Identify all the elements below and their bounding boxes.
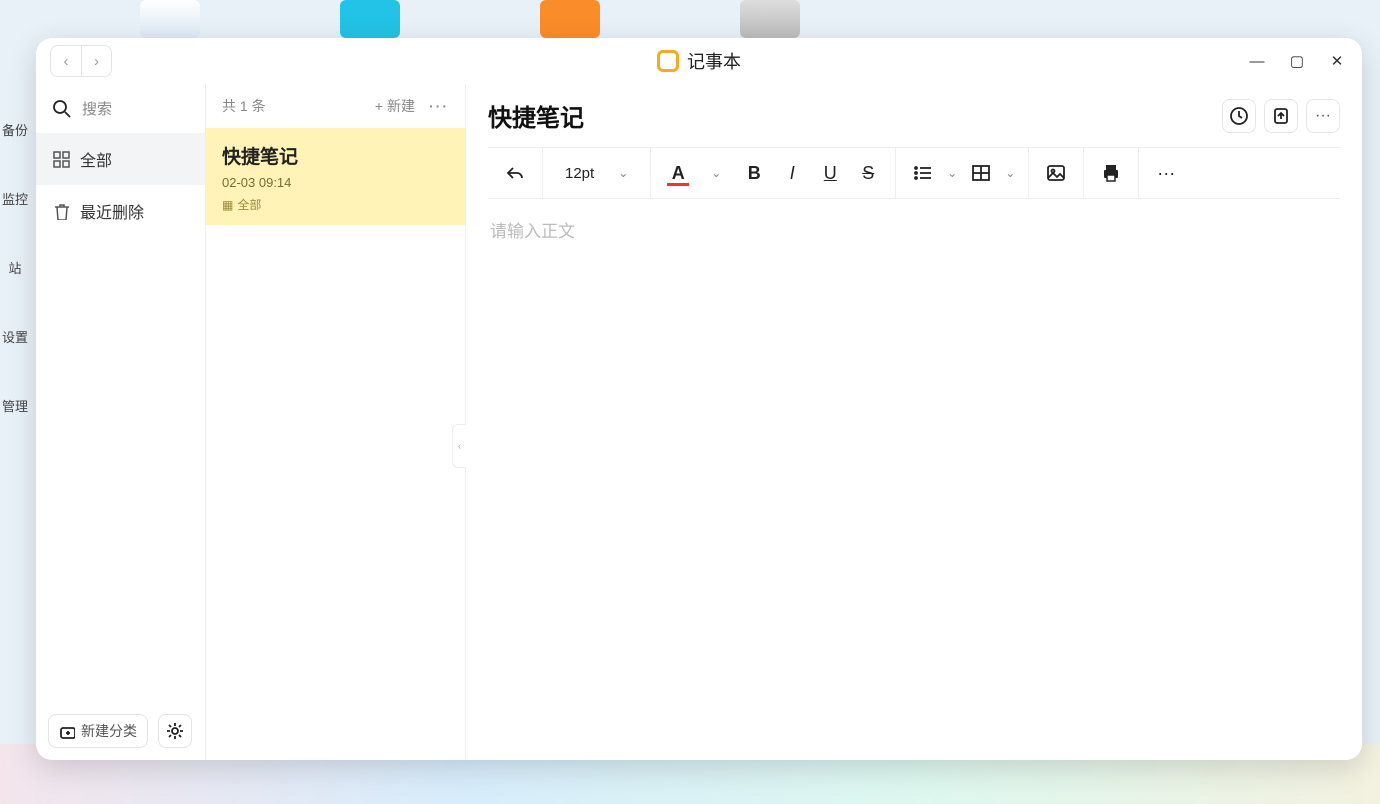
editor-title[interactable]: 快捷笔记 xyxy=(488,98,584,133)
image-button[interactable] xyxy=(1037,154,1075,192)
export-button[interactable] xyxy=(1264,99,1298,133)
table-button[interactable] xyxy=(962,154,1000,192)
trash-icon xyxy=(52,202,70,220)
more-icon: ··· xyxy=(1315,107,1331,125)
undo-button[interactable] xyxy=(496,154,534,192)
bold-button[interactable]: B xyxy=(735,154,773,192)
search-placeholder: 搜索 xyxy=(82,98,112,119)
note-list: 共 1 条 + 新建 ··· 快捷笔记 02-03 09:14 ▦ 全部 ‹ xyxy=(206,84,466,760)
new-note-button[interactable]: + 新建 xyxy=(375,96,415,116)
new-category-button[interactable]: 新建分类 xyxy=(48,714,148,748)
maximize-button[interactable]: ▢ xyxy=(1286,50,1308,72)
settings-button[interactable] xyxy=(158,714,192,748)
strike-button[interactable]: S xyxy=(849,154,887,192)
collapse-list-button[interactable]: ‹ xyxy=(452,424,466,468)
chevron-down-icon: ⌄ xyxy=(1005,166,1015,180)
list-button[interactable] xyxy=(904,154,942,192)
note-card-title: 快捷笔记 xyxy=(222,142,449,169)
app-icon xyxy=(657,50,679,72)
tag-icon: ▦ xyxy=(222,198,233,212)
underline-button[interactable]: U xyxy=(811,154,849,192)
gear-icon xyxy=(165,721,185,741)
titlebar: ‹ › 记事本 — ▢ ✕ xyxy=(36,38,1362,84)
desktop-tray xyxy=(140,0,980,40)
editor-body[interactable]: 请输入正文 xyxy=(466,199,1362,760)
list-icon xyxy=(913,163,933,183)
notes-window: ‹ › 记事本 — ▢ ✕ 搜索 全部 最近删除 xyxy=(36,38,1362,760)
list-chevron[interactable]: ⌄ xyxy=(942,154,962,192)
sidebar-item-all[interactable]: 全部 xyxy=(36,133,205,185)
editor-placeholder: 请输入正文 xyxy=(490,222,575,241)
sidebar: 搜索 全部 最近删除 新建分类 xyxy=(36,84,206,760)
list-more-button[interactable]: ··· xyxy=(429,98,449,114)
more-icon: ··· xyxy=(1157,163,1175,184)
close-button[interactable]: ✕ xyxy=(1326,50,1348,72)
editor: 快捷笔记 ··· xyxy=(466,84,1362,760)
app-title: 记事本 xyxy=(687,48,741,74)
search-icon xyxy=(52,99,72,119)
chevron-down-icon: ⌄ xyxy=(711,166,721,180)
sidebar-item-trash[interactable]: 最近删除 xyxy=(36,185,205,237)
print-icon xyxy=(1101,163,1121,183)
export-icon xyxy=(1271,106,1291,126)
sidebar-item-label: 最近删除 xyxy=(80,199,144,223)
table-chevron[interactable]: ⌄ xyxy=(1000,154,1020,192)
italic-button[interactable]: I xyxy=(773,154,811,192)
font-size-select[interactable]: 12pt ⌄ xyxy=(551,165,642,182)
history-button[interactable] xyxy=(1222,99,1256,133)
text-color-button[interactable]: A xyxy=(659,154,697,192)
folder-plus-icon xyxy=(59,723,75,739)
search-input[interactable]: 搜索 xyxy=(36,84,205,133)
note-card[interactable]: 快捷笔记 02-03 09:14 ▦ 全部 xyxy=(206,128,465,225)
print-button[interactable] xyxy=(1092,154,1130,192)
image-icon xyxy=(1046,163,1066,183)
toolbar-more-button[interactable]: ··· xyxy=(1147,154,1185,192)
editor-more-button[interactable]: ··· xyxy=(1306,99,1340,133)
sidebar-item-label: 全部 xyxy=(80,147,112,171)
nav-back-button[interactable]: ‹ xyxy=(51,46,81,76)
grid-icon xyxy=(52,150,70,168)
plus-icon: + xyxy=(375,98,383,114)
note-card-date: 02-03 09:14 xyxy=(222,175,449,190)
text-color-chevron[interactable]: ⌄ xyxy=(697,154,735,192)
chevron-down-icon: ⌄ xyxy=(618,166,628,180)
undo-icon xyxy=(505,163,525,183)
nav-forward-button[interactable]: › xyxy=(81,46,111,76)
minimize-button[interactable]: — xyxy=(1246,50,1268,72)
editor-toolbar: 12pt ⌄ A ⌄ B I U S ⌄ xyxy=(488,147,1340,199)
chevron-down-icon: ⌄ xyxy=(947,166,957,180)
note-count: 共 1 条 xyxy=(222,96,266,116)
clock-icon xyxy=(1229,106,1249,126)
desktop-dock: 备份监控站设置管理 xyxy=(0,0,30,804)
note-card-tag: ▦ 全部 xyxy=(222,196,449,213)
table-icon xyxy=(971,163,991,183)
